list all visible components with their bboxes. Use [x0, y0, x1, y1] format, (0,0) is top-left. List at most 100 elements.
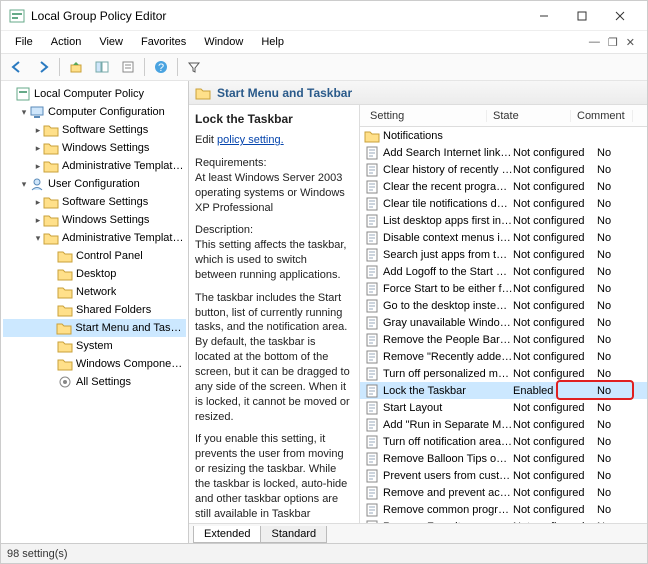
menu-view[interactable]: View: [91, 34, 131, 50]
setting-row[interactable]: List desktop apps first in the A...Not c…: [360, 212, 647, 229]
policy-item-icon: [364, 384, 380, 398]
tree-item[interactable]: Shared Folders: [3, 301, 186, 319]
setting-row[interactable]: Disable context menus in the S...Not con…: [360, 229, 647, 246]
tree-item[interactable]: System: [3, 337, 186, 355]
properties-button[interactable]: [116, 56, 140, 78]
setting-row[interactable]: Clear tile notifications during l...Not …: [360, 195, 647, 212]
expand-icon[interactable]: ▸: [33, 125, 43, 136]
column-headers[interactable]: Setting State Comment: [360, 105, 647, 127]
setting-row[interactable]: Gray unavailable Windows Inst...Not conf…: [360, 314, 647, 331]
policy-item-icon: [364, 486, 380, 500]
tree-item[interactable]: ▾ Computer Configuration: [3, 103, 186, 121]
setting-row[interactable]: Add Logoff to the Start MenuNot configur…: [360, 263, 647, 280]
show-hide-tree-button[interactable]: [90, 56, 114, 78]
setting-row[interactable]: Remove and prevent access to...Not confi…: [360, 484, 647, 501]
setting-state: Not configured: [513, 368, 597, 380]
tree-item[interactable]: ▸Software Settings: [3, 193, 186, 211]
mdi-minimize-icon[interactable]: —: [589, 36, 600, 49]
setting-state: Not configured: [513, 266, 597, 278]
setting-row[interactable]: Notifications: [360, 127, 647, 144]
back-button[interactable]: [5, 56, 29, 78]
col-setting[interactable]: Setting: [364, 110, 487, 122]
tree-item[interactable]: ▸ Software Settings: [3, 121, 186, 139]
tree-item[interactable]: Start Menu and Taskbar: [3, 319, 186, 337]
expand-icon[interactable]: ▸: [33, 143, 43, 154]
tree-item[interactable]: ▸ Windows Settings: [3, 211, 186, 229]
tree-item-label: All Settings: [76, 376, 131, 388]
list-body[interactable]: NotificationsAdd Search Internet link to…: [360, 127, 647, 523]
folder-icon: [57, 249, 73, 263]
setting-state: Not configured: [513, 453, 597, 465]
setting-state: Not configured: [513, 249, 597, 261]
col-state[interactable]: State: [487, 110, 571, 122]
setting-row[interactable]: Lock the TaskbarEnabledNo: [360, 382, 647, 399]
setting-state: Enabled: [513, 385, 597, 397]
forward-button[interactable]: [31, 56, 55, 78]
setting-comment: No: [597, 249, 647, 261]
filter-button[interactable]: [182, 56, 206, 78]
setting-row[interactable]: Remove "Recently added" list f...Not con…: [360, 348, 647, 365]
setting-row[interactable]: Remove common program gr...Not configure…: [360, 501, 647, 518]
setting-row[interactable]: Go to the desktop instead of St...Not co…: [360, 297, 647, 314]
tree-item[interactable]: Control Panel: [3, 247, 186, 265]
expand-icon[interactable]: ▸: [33, 215, 43, 226]
setting-name: Prevent users from customizin...: [383, 470, 513, 482]
expand-icon[interactable]: ▸: [33, 197, 43, 208]
setting-row[interactable]: Prevent users from customizin...Not conf…: [360, 467, 647, 484]
setting-name: Force Start to be either full scr...: [383, 283, 513, 295]
minimize-button[interactable]: [525, 3, 563, 29]
tree-item[interactable]: ▾Administrative Templates: [3, 229, 186, 247]
expand-icon[interactable]: ▸: [33, 161, 43, 172]
setting-comment: No: [597, 402, 647, 414]
path-header: Start Menu and Taskbar: [189, 81, 647, 105]
setting-row[interactable]: Remove Favorites menu from ...Not config…: [360, 518, 647, 523]
maximize-button[interactable]: [563, 3, 601, 29]
tree-item-label: Computer Configuration: [48, 106, 165, 118]
setting-row[interactable]: Turn off notification area clean...Not c…: [360, 433, 647, 450]
mdi-restore-icon[interactable]: ❐: [608, 36, 618, 49]
setting-state: Not configured: [513, 283, 597, 295]
help-button[interactable]: ?: [149, 56, 173, 78]
menu-help[interactable]: Help: [253, 34, 292, 50]
setting-row[interactable]: Add Search Internet link to Sta...Not co…: [360, 144, 647, 161]
tab-extended[interactable]: Extended: [193, 526, 261, 543]
close-button[interactable]: [601, 3, 639, 29]
setting-row[interactable]: Start LayoutNot configuredNo: [360, 399, 647, 416]
menu-action[interactable]: Action: [43, 34, 90, 50]
policy-item-icon: [364, 231, 380, 245]
tree-item[interactable]: ▾User Configuration: [3, 175, 186, 193]
tree-item[interactable]: Network: [3, 283, 186, 301]
up-button[interactable]: [64, 56, 88, 78]
tree-item[interactable]: Desktop: [3, 265, 186, 283]
setting-row[interactable]: Clear history of recently opene...Not co…: [360, 161, 647, 178]
tab-standard[interactable]: Standard: [260, 526, 327, 543]
setting-row[interactable]: Remove the People Bar from t...Not confi…: [360, 331, 647, 348]
mdi-close-icon[interactable]: ✕: [626, 36, 635, 49]
setting-row[interactable]: Remove Balloon Tips on Start ...Not conf…: [360, 450, 647, 467]
tree-item[interactable]: All Settings: [3, 373, 186, 391]
tree-panel[interactable]: Local Computer Policy ▾ Computer Configura…: [1, 81, 189, 543]
tree-item[interactable]: ▸Windows Settings: [3, 139, 186, 157]
edit-policy-link[interactable]: policy setting.: [217, 134, 284, 146]
setting-row[interactable]: Turn off personalized menusNot configure…: [360, 365, 647, 382]
menubar: File Action View Favorites Window Help —…: [1, 31, 647, 53]
tree-item[interactable]: ▸Administrative Templates: [3, 157, 186, 175]
tree-item[interactable]: Local Computer Policy: [3, 85, 186, 103]
expand-icon[interactable]: ▾: [19, 179, 29, 190]
setting-row[interactable]: Search just apps from the App...Not conf…: [360, 246, 647, 263]
setting-row[interactable]: Clear the recent programs list f...Not c…: [360, 178, 647, 195]
policy-item-icon: [364, 367, 380, 381]
tree-item-label: Software Settings: [62, 124, 148, 136]
menu-window[interactable]: Window: [196, 34, 251, 50]
setting-state: Not configured: [513, 521, 597, 524]
setting-row[interactable]: Add "Run in Separate Memory...Not config…: [360, 416, 647, 433]
expand-icon[interactable]: ▾: [19, 107, 29, 118]
menu-favorites[interactable]: Favorites: [133, 34, 194, 50]
col-comment[interactable]: Comment: [571, 110, 633, 122]
menu-file[interactable]: File: [7, 34, 41, 50]
setting-row[interactable]: Force Start to be either full scr...Not …: [360, 280, 647, 297]
tree-item-label: Windows Settings: [62, 214, 149, 226]
expand-icon[interactable]: ▾: [33, 233, 43, 244]
setting-state: Not configured: [513, 402, 597, 414]
tree-item[interactable]: Windows Components: [3, 355, 186, 373]
